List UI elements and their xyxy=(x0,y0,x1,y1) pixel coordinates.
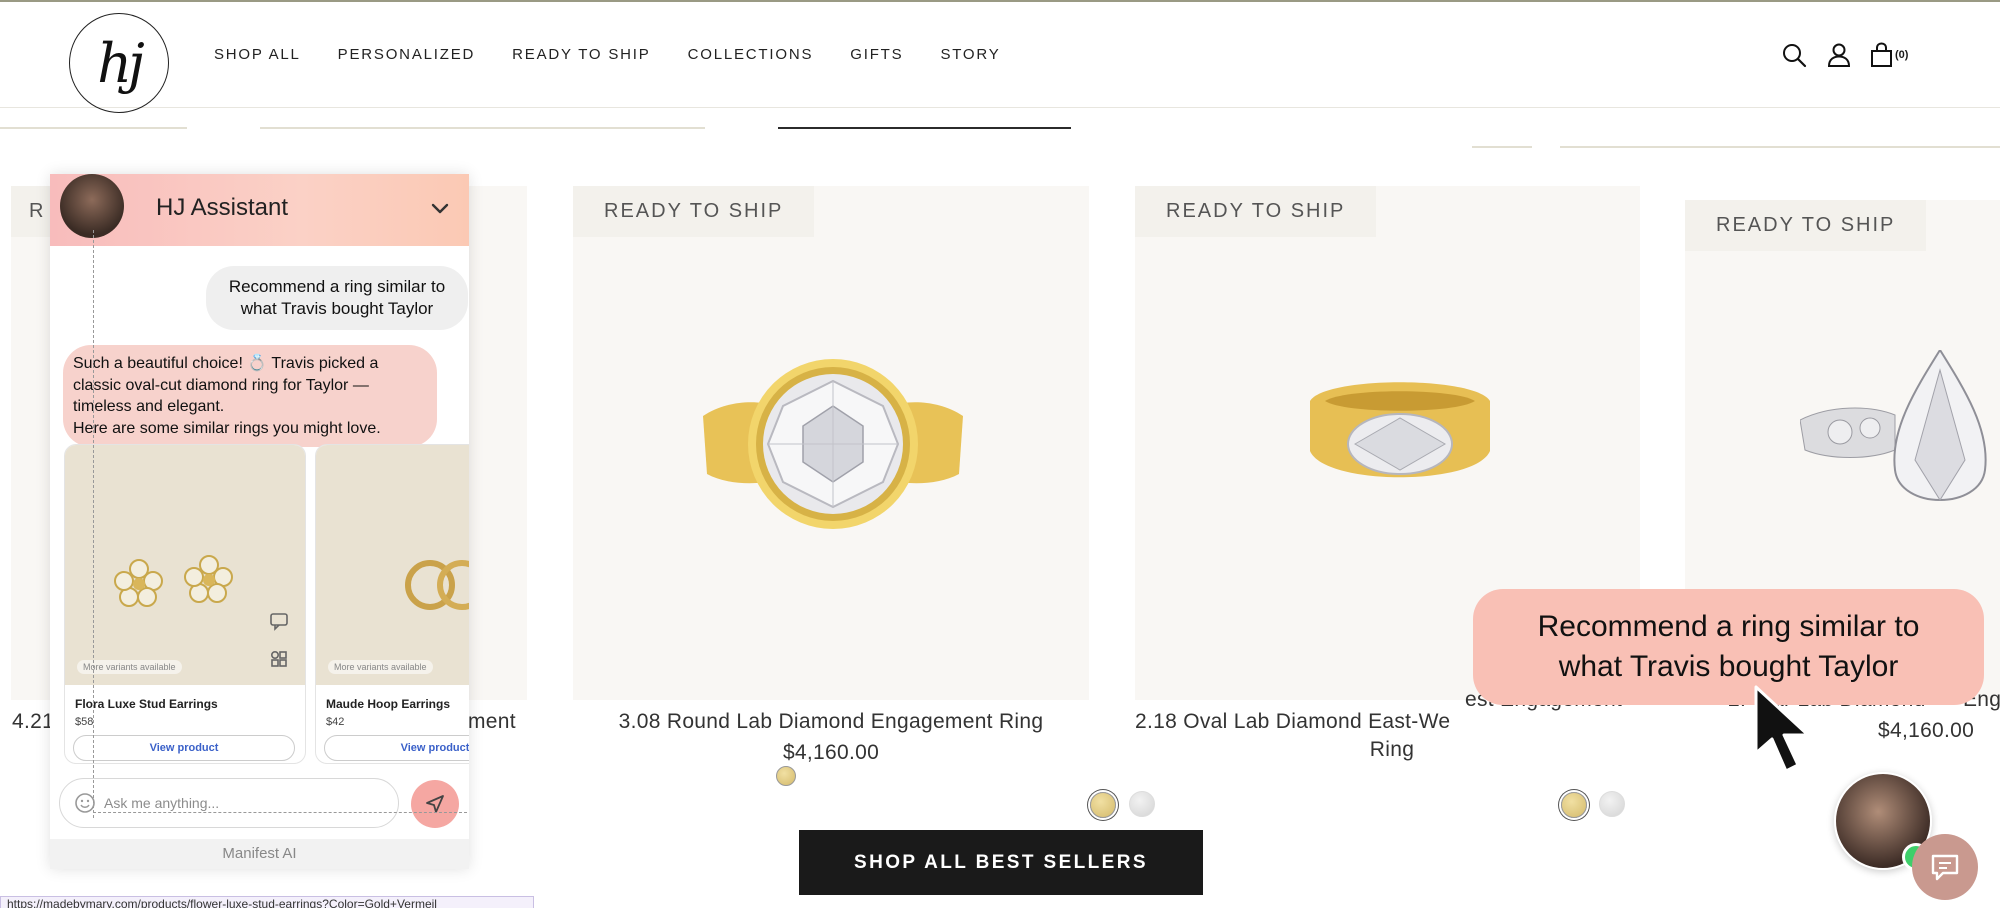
oval-diamond-ring-image xyxy=(1310,382,1490,478)
chat-product-price: $58 xyxy=(75,716,94,728)
prompt-overlay: Recommend a ring similar to what Travis … xyxy=(1473,589,1984,705)
product-title-3-line2[interactable]: Ring xyxy=(1135,738,1649,762)
help-chat-button[interactable] xyxy=(1912,834,1978,900)
nav-gifts[interactable]: GIFTS xyxy=(850,46,903,63)
product-image: More variants available xyxy=(316,445,469,685)
divider-strip xyxy=(1560,146,2000,148)
product-title-3[interactable]: 2.18 Oval Lab Diamond East-We xyxy=(1135,710,1450,734)
chat-product-price: $42 xyxy=(326,716,345,728)
assistant-avatar xyxy=(60,174,124,238)
chat-input-wrapper xyxy=(59,778,399,828)
nav-story[interactable]: STORY xyxy=(940,46,1000,63)
chat-product-name[interactable]: Maude Hoop Earrings xyxy=(326,697,450,711)
variants-grid-icon[interactable] xyxy=(269,649,289,669)
product-title-2[interactable]: 3.08 Round Lab Diamond Engagement Ring xyxy=(573,710,1089,734)
brand-logo[interactable]: hj xyxy=(69,13,169,113)
view-product-button[interactable]: View product xyxy=(73,735,295,761)
variants-note: More variants available xyxy=(328,660,433,674)
chat-header: HJ Assistant xyxy=(50,174,469,246)
chat-footer: Manifest AI xyxy=(50,839,469,869)
flower-earrings-image xyxy=(114,555,233,607)
product-price-4: $4,160.00 xyxy=(1878,719,1975,742)
send-button[interactable] xyxy=(411,780,459,828)
user-message: Recommend a ring similar to what Travis … xyxy=(206,266,468,330)
main-nav: SHOP ALL PERSONALIZED READY TO SHIP COLL… xyxy=(214,46,1038,63)
ready-to-ship-badge: READY TO SHIP xyxy=(573,186,815,237)
assistant-message: Such a beautiful choice! 💍 Travis picked… xyxy=(63,345,437,447)
product-card-2[interactable]: READY TO SHIP xyxy=(573,186,1089,700)
user-icon[interactable] xyxy=(1826,42,1852,68)
bag-icon[interactable] xyxy=(1869,42,1895,68)
chat-title: HJ Assistant xyxy=(156,194,289,221)
mouse-pointer-icon xyxy=(1754,685,1810,773)
divider-strip xyxy=(0,127,187,129)
product-title-1[interactable]: 4.21 xyxy=(12,710,54,734)
message-icon[interactable] xyxy=(269,611,289,631)
product-image: More variants available xyxy=(65,445,305,685)
swatch-gold[interactable] xyxy=(776,766,796,786)
chat-product-name[interactable]: Flora Luxe Stud Earrings xyxy=(75,697,218,711)
assistant-message-line: timeless and elegant. xyxy=(73,398,225,415)
chat-product-card[interactable]: More variants available Maude Hoop Earri… xyxy=(315,444,469,764)
swatch-gold[interactable] xyxy=(1561,792,1587,818)
hoop-earrings-image xyxy=(405,560,469,610)
view-product-button[interactable]: View product xyxy=(324,735,469,761)
nav-shop-all[interactable]: SHOP ALL xyxy=(214,46,301,63)
assistant-message-line: Such a beautiful choice! 💍 Travis picked… xyxy=(73,355,379,372)
dashed-guide xyxy=(93,812,467,813)
ready-to-ship-badge: READY TO SHIP xyxy=(1135,186,1377,237)
swatch-gold[interactable] xyxy=(1090,792,1116,818)
product-price-2: $4,160.00 xyxy=(782,741,880,764)
divider-strip xyxy=(1472,146,1532,148)
status-bar-url: https://madebymary.com/products/flower-l… xyxy=(0,896,534,908)
divider-strip-active xyxy=(778,127,1071,129)
swatch-silver[interactable] xyxy=(1599,791,1625,817)
site-header: hj SHOP ALL PERSONALIZED READY TO SHIP C… xyxy=(0,2,2000,113)
ready-to-ship-badge: READY TO SHIP xyxy=(1685,200,1927,251)
pear-diamond-ring-image xyxy=(1800,350,1987,501)
divider-strip xyxy=(260,127,705,129)
cart-count[interactable]: (0) xyxy=(1895,49,1908,61)
nav-collections[interactable]: COLLECTIONS xyxy=(688,46,814,63)
round-diamond-ring-image xyxy=(703,359,963,529)
shop-all-best-sellers-button[interactable]: SHOP ALL BEST SELLERS xyxy=(799,830,1203,895)
dashed-guide xyxy=(93,230,94,818)
chat-product-card[interactable]: More variants available Flora Luxe Stud … xyxy=(64,444,306,764)
nav-personalized[interactable]: PERSONALIZED xyxy=(338,46,475,63)
chat-widget: HJ Assistant Recommend a ring similar to… xyxy=(50,174,469,869)
search-icon[interactable] xyxy=(1781,42,1807,68)
chevron-down-icon[interactable] xyxy=(427,196,453,222)
chat-bubble-icon xyxy=(1931,854,1959,881)
assistant-message-line: classic oval-cut diamond ring for Taylor… xyxy=(73,376,369,394)
nav-ready-to-ship[interactable]: READY TO SHIP xyxy=(512,46,650,63)
assistant-message-line: Here are some similar rings you might lo… xyxy=(73,419,381,437)
swatch-silver[interactable] xyxy=(1129,791,1155,817)
prompt-text: Recommend a ring similar to what Travis … xyxy=(1537,610,1920,683)
